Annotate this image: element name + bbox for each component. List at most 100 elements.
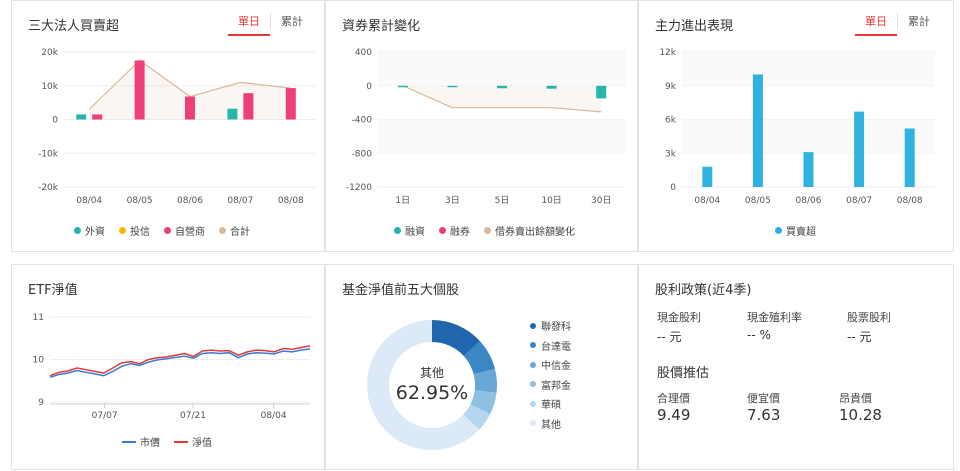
y-tick-label: -20k	[38, 183, 59, 193]
legend-item[interactable]: 投信	[119, 223, 150, 238]
donut-slice	[463, 341, 495, 375]
panel-title: ETF淨值	[28, 283, 78, 298]
bar	[185, 96, 195, 120]
legend-item[interactable]: 淨值	[174, 434, 212, 449]
x-tick-label: 08/06	[796, 196, 822, 206]
bar	[447, 85, 458, 88]
tab-cumulative[interactable]: 累計	[270, 13, 313, 29]
legend-swatch	[530, 361, 536, 368]
chart-legend: 買賣超	[775, 223, 816, 238]
x-tick-label: 08/06	[177, 196, 203, 206]
y-tick-label: 9	[38, 398, 44, 408]
legend-label: 淨值	[192, 438, 212, 449]
x-tick-label: 08/04	[76, 196, 102, 206]
donut-slice	[431, 320, 480, 357]
legend-swatch	[530, 381, 536, 388]
fair-price-value: 9.49	[657, 406, 691, 424]
legend-item[interactable]: 其他	[530, 414, 571, 434]
legend-swatch	[530, 322, 536, 329]
legend-item[interactable]: 自營商	[164, 223, 205, 238]
legend-item[interactable]: 台達電	[530, 336, 571, 356]
bar	[92, 114, 103, 120]
legend-label: 華碩	[541, 400, 561, 412]
x-tick-label: 08/07	[846, 196, 872, 206]
donut-slice	[473, 368, 497, 393]
y-tick-label: 11	[33, 313, 44, 323]
y-tick-label: -400	[352, 116, 373, 126]
legend-label: 自營商	[175, 227, 205, 238]
legend-item[interactable]: 聯發科	[530, 316, 571, 336]
legend-item[interactable]: 借券賣出餘額變化	[484, 223, 575, 238]
legend-item[interactable]: 融資	[394, 223, 425, 238]
y-tick-label: 9k	[665, 82, 677, 92]
expensive-price-value: 10.28	[839, 406, 882, 424]
legend-label: 台達電	[541, 341, 571, 353]
legend-swatch	[74, 227, 81, 234]
legend-swatch	[119, 227, 126, 234]
legend-label: 合計	[230, 227, 250, 238]
grid-band	[378, 52, 626, 86]
legend-label: 中信金	[541, 361, 571, 373]
donut-center-value: 62.95%	[396, 382, 468, 404]
y-tick-label: 6k	[665, 116, 677, 126]
legend-item[interactable]: 中信金	[530, 355, 571, 375]
x-tick-label: 07/07	[92, 411, 118, 421]
y-tick-label: -1200	[346, 183, 372, 193]
x-tick-label: 08/08	[278, 196, 304, 206]
y-tick-label: 12k	[659, 48, 676, 58]
legend-label: 融券	[450, 227, 470, 238]
legend-item[interactable]: 買賣超	[775, 223, 816, 238]
y-tick-label: 0	[52, 116, 58, 126]
legend-swatch	[439, 227, 446, 234]
panel-title: 三大法人買賣超	[28, 19, 120, 34]
tab-cumulative[interactable]: 累計	[897, 13, 940, 29]
bar	[397, 85, 408, 88]
y-tick-label: 10	[33, 356, 45, 366]
y-tick-label: 400	[355, 48, 372, 58]
legend-item[interactable]: 外資	[74, 223, 105, 238]
legend-item[interactable]: 市價	[122, 434, 160, 449]
tab-daily[interactable]: 單日	[855, 13, 897, 36]
legend-item[interactable]: 融券	[439, 223, 470, 238]
legend-label: 外資	[85, 227, 105, 238]
grid-band	[682, 119, 935, 154]
nav-chart: 11 10 9 07/07 07/21 08/04	[33, 313, 311, 421]
legend-swatch	[530, 420, 536, 427]
bar	[596, 85, 607, 99]
fair-price-label: 合理價	[657, 392, 690, 405]
legend-item[interactable]: 合計	[219, 223, 250, 238]
y-tick-label: 0	[366, 82, 372, 92]
legend-label: 市價	[140, 438, 160, 449]
expensive-price-label: 昂貴價	[839, 392, 872, 405]
y-tick-label: -10k	[38, 149, 59, 159]
legend-label: 借券賣出餘額變化	[495, 227, 575, 238]
legend-item[interactable]: 富邦金	[530, 375, 571, 395]
x-tick-label: 08/07	[227, 196, 253, 206]
nav-panel: ETF淨值 11 10 9 07/07 07/21 08/04 市價 淨值	[11, 264, 325, 470]
donut-center-label: 其他	[420, 366, 444, 380]
holdings-donut-chart: 其他 62.95%	[367, 320, 497, 450]
bar	[134, 60, 145, 120]
bar	[854, 111, 865, 187]
x-tick-label: 5日	[495, 195, 510, 206]
stock-dividend-value: -- 元	[847, 330, 872, 344]
donut-slice	[462, 403, 491, 430]
panel-title: 基金淨值前五大個股	[342, 283, 460, 298]
legend-swatch	[775, 227, 782, 234]
institutional-panel: 三大法人買賣超 單日 累計 20k 10k 0 -10k -20k 08/04 08/05 0…	[11, 0, 325, 252]
margin-panel: 資券累計變化 400 0 -400 -800 -1200 1日 3日 5日 10日 30日 融資融…	[325, 0, 638, 252]
legend-swatch	[219, 227, 226, 234]
chart-legend: 市價 淨值	[122, 434, 212, 449]
x-tick-label: 08/08	[897, 196, 923, 206]
nav-line	[49, 345, 311, 377]
legend-label: 聯發科	[541, 322, 571, 334]
legend-item[interactable]: 華碩	[530, 394, 571, 414]
grid-band	[682, 52, 935, 86]
legend-swatch	[530, 400, 536, 407]
bar	[546, 85, 557, 89]
panel-title: 資券累計變化	[342, 19, 421, 34]
y-tick-label: 10k	[41, 82, 58, 92]
bar	[702, 166, 713, 187]
y-tick-label: 0	[670, 183, 676, 193]
tab-daily[interactable]: 單日	[228, 13, 270, 36]
